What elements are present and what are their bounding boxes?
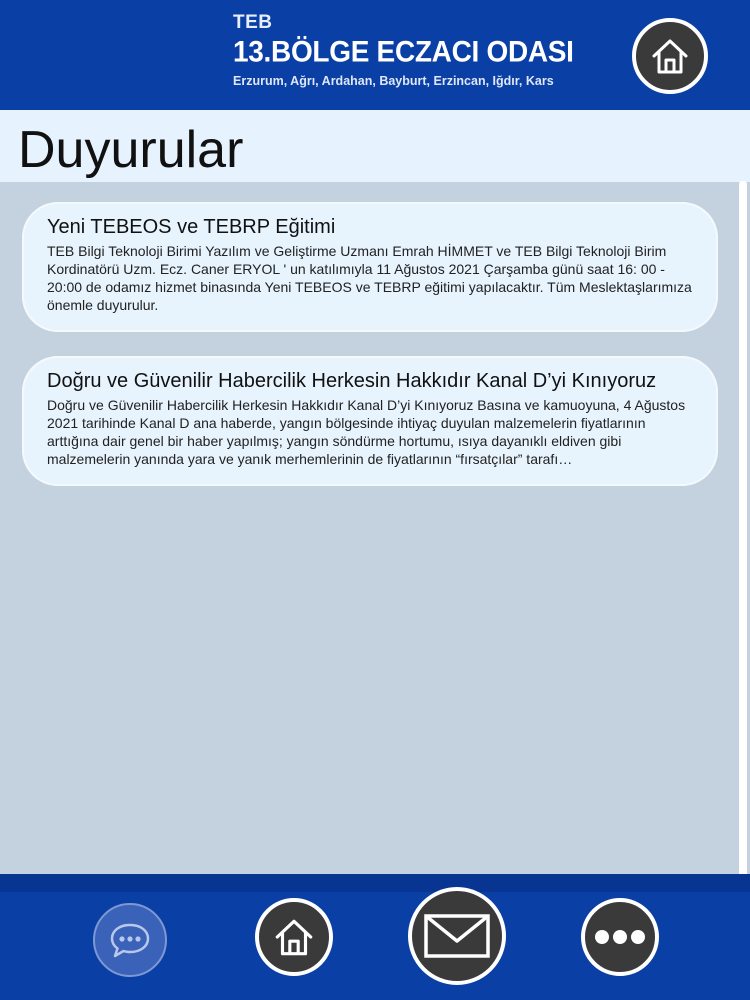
- chat-button[interactable]: [93, 903, 167, 977]
- home-icon: [652, 39, 688, 74]
- brand-small-label: TEB: [233, 12, 273, 33]
- title-bar: Duyurular: [0, 110, 750, 182]
- announcement-body: Doğru ve Güvenilir Habercilik Herkesin H…: [47, 397, 686, 467]
- page-title: Duyurular: [18, 121, 244, 179]
- announcement-title: Doğru ve Güvenilir Habercilik Herkesin H…: [47, 370, 657, 392]
- chat-icon: [110, 923, 150, 958]
- app-header: TEB 13.BÖLGE ECZACI ODASI Erzurum, Ağrı,…: [0, 0, 750, 110]
- mail-button[interactable]: [408, 887, 506, 985]
- scrollbar[interactable]: [739, 181, 747, 884]
- organization-name: 13.BÖLGE ECZACI ODASI: [233, 35, 574, 68]
- announcement-title: Yeni TEBEOS ve TEBRP Eğitimi: [47, 216, 336, 238]
- announcement-card[interactable]: Doğru ve Güvenilir Habercilik Herkesin H…: [22, 356, 718, 486]
- header-home-button[interactable]: [632, 18, 708, 94]
- cities-label: Erzurum, Ağrı, Ardahan, Bayburt, Erzinca…: [233, 74, 554, 88]
- home-button[interactable]: [255, 898, 333, 976]
- mail-icon: [424, 914, 490, 958]
- announcement-card[interactable]: Yeni TEBEOS ve TEBRP Eğitimi TEB Bilgi T…: [22, 202, 718, 332]
- announcement-body: TEB Bilgi Teknoloji Birimi Yazılım ve Ge…: [47, 243, 692, 313]
- home-icon: [275, 919, 313, 956]
- more-button[interactable]: [581, 898, 659, 976]
- bottom-nav-shade: [0, 874, 750, 892]
- more-icon: [595, 930, 645, 944]
- brand-block: TEB 13.BÖLGE ECZACI ODASI Erzurum, Ağrı,…: [233, 12, 574, 90]
